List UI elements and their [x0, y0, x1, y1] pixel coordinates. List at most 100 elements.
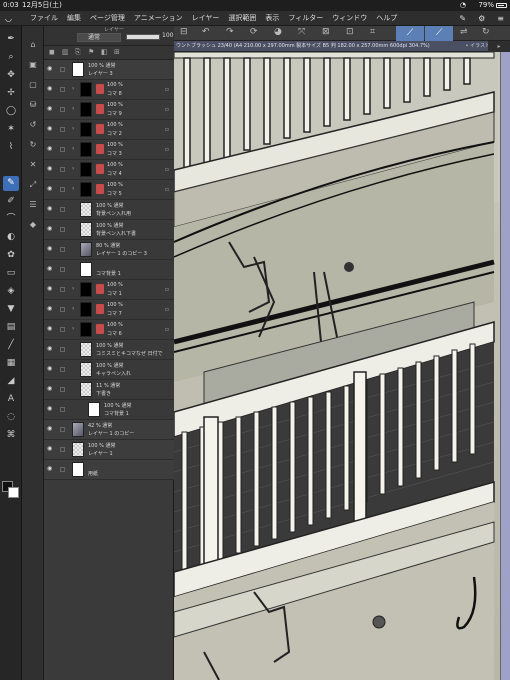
mask-icon[interactable]: ◧ [101, 48, 108, 56]
menu-layer[interactable]: レイヤー [192, 11, 220, 26]
brush-icon[interactable]: ⌒ [3, 212, 19, 227]
layer-options-icon[interactable]: ▫ [165, 306, 169, 313]
chevron-right-icon[interactable]: › [72, 145, 74, 152]
undo-panel-icon[interactable]: ↺ [26, 118, 40, 131]
eye-icon[interactable]: ◉ [47, 86, 55, 92]
right-panel-toggle[interactable]: ▸ [488, 41, 510, 52]
app-logo-icon[interactable]: ◡ [5, 14, 15, 23]
layer-row[interactable]: ◉ 100 % 通常 キャラペン入れ [44, 360, 174, 380]
layer-check-box[interactable] [60, 167, 65, 172]
wand-icon[interactable]: ✶ [3, 122, 19, 137]
eye-icon[interactable]: ◉ [47, 366, 55, 372]
opacity-value[interactable]: 100 [162, 32, 173, 39]
eye-icon[interactable]: ◉ [47, 426, 55, 432]
frame-icon[interactable]: ▦ [3, 356, 19, 371]
eye-icon[interactable]: ◉ [47, 306, 55, 312]
redo-icon[interactable]: ↷ [226, 27, 234, 37]
lock-transparent-icon[interactable]: ▥ [62, 48, 69, 56]
open-icon[interactable]: ▢ [26, 78, 40, 91]
crop-icon[interactable]: ⌗ [370, 27, 375, 37]
ruler-icon[interactable]: ◢ [3, 374, 19, 389]
menu-more-icon[interactable]: ≡ [497, 11, 504, 26]
reference-icon[interactable]: ⚑ [88, 48, 94, 56]
transform-icon[interactable]: ⤢ [26, 178, 40, 191]
layer-check-box[interactable] [60, 127, 65, 132]
clear-icon[interactable]: ✕ [26, 158, 40, 171]
layer-check-box[interactable] [60, 147, 65, 152]
magnify-icon[interactable]: ⌕ [3, 50, 19, 65]
home-icon[interactable]: ⌂ [26, 38, 40, 51]
move-layer-icon[interactable]: ✢ [3, 86, 19, 101]
select-spin-icon[interactable]: ⟳ [250, 27, 258, 37]
undo-icon[interactable]: ↶ [202, 27, 210, 37]
layer-check-box[interactable] [60, 287, 65, 292]
figure-icon[interactable]: ╱ [3, 338, 19, 353]
layer-row[interactable]: ◉ 100 % 通常 背景ペン入れ用 [44, 200, 174, 220]
layer-row[interactable]: ◉ 80 % 通常 レイヤー 1 のコピー 3 [44, 240, 174, 260]
layer-row[interactable]: ◉ 100 % 通常 背景ペン入れ下書 [44, 220, 174, 240]
new-icon[interactable]: ▣ [26, 58, 40, 71]
menu-file[interactable]: ファイル [30, 11, 58, 26]
eye-icon[interactable]: ◉ [47, 126, 55, 132]
chevron-right-icon[interactable]: › [72, 185, 74, 192]
layer-row[interactable]: ◉ › 100 % コマ 6 ▫ [44, 320, 174, 340]
eye-icon[interactable]: ◉ [47, 406, 55, 412]
flip-icon[interactable]: ⇌ [460, 27, 468, 37]
redo-panel-icon[interactable]: ↻ [26, 138, 40, 151]
menu-animation[interactable]: アニメーション [134, 11, 183, 26]
eye-icon[interactable]: ◉ [47, 206, 55, 212]
eye-icon[interactable]: ◉ [47, 286, 55, 292]
layer-row[interactable]: ◉ 11 % 通常 下書き [44, 380, 174, 400]
layer-row[interactable]: ◉ › 100 % コマ 9 ▫ [44, 100, 174, 120]
eye-icon[interactable]: ◉ [47, 446, 55, 452]
palette-color-icon[interactable]: ◼ [49, 48, 55, 56]
pen-active-icon[interactable]: ✎ [3, 176, 19, 191]
layer-check-box[interactable] [60, 407, 65, 412]
chevron-right-icon[interactable]: › [72, 165, 74, 172]
balloon-icon[interactable]: ◌ [3, 410, 19, 425]
layer-row[interactable]: ◉ › 100 % コマ 5 ▫ [44, 180, 174, 200]
blend-icon[interactable]: ◈ [3, 284, 19, 299]
layer-row[interactable]: ◉ › 100 % コマ 7 ▫ [44, 300, 174, 320]
layer-row[interactable]: ◉ 100 % 通常 レイヤー 1 [44, 440, 174, 460]
eye-icon[interactable]: ◉ [47, 326, 55, 332]
layer-check-box[interactable] [60, 207, 65, 212]
special-ruler-snap-toggle[interactable]: ⟋ [425, 26, 453, 41]
layer-check-box[interactable] [60, 307, 65, 312]
clip-icon[interactable]: ⎘ [75, 48, 81, 57]
layer-check-box[interactable] [60, 367, 65, 372]
layer-options-icon[interactable]: ▫ [165, 126, 169, 133]
chevron-right-icon[interactable]: › [72, 285, 74, 292]
text-icon[interactable]: A [3, 392, 19, 407]
layer-row[interactable]: ◉ 100 % 通常 レイヤー 3 [44, 60, 174, 80]
deselect-icon[interactable]: ⊠ [322, 27, 330, 37]
eye-icon[interactable]: ◉ [47, 106, 55, 112]
document-tab-2[interactable]: • イラスト [466, 41, 490, 51]
document-tab[interactable]: ウントブラッシュ 23/40 (A4 210.00 x 297.00mm 製本サ… [174, 41, 510, 52]
layer-check-box[interactable] [60, 427, 65, 432]
background-color[interactable] [8, 487, 19, 498]
eye-icon[interactable]: ◉ [47, 246, 55, 252]
eye-icon[interactable]: ◉ [47, 186, 55, 192]
eye-icon[interactable]: ◉ [47, 166, 55, 172]
correction-icon[interactable]: ⌘ [3, 428, 19, 443]
layer-row[interactable]: ◉ 100 % 通常 コマ背景 1 [44, 400, 174, 420]
layer-row[interactable]: ◉ › 100 % コマ 1 ▫ [44, 280, 174, 300]
invert-selection-icon[interactable]: ⊡ [346, 27, 354, 37]
layer-check-box[interactable] [60, 327, 65, 332]
ruler-snap-toggle[interactable]: ⟋ [396, 26, 424, 41]
layer-row[interactable]: ◉ › 100 % コマ 3 ▫ [44, 140, 174, 160]
menu-window[interactable]: ウィンドウ [332, 11, 367, 26]
opacity-slider[interactable] [126, 34, 160, 40]
layer-row[interactable]: ◉ › 100 % コマ 8 ▫ [44, 80, 174, 100]
layer-check-box[interactable] [60, 387, 65, 392]
pen-icon[interactable]: ✒ [3, 32, 19, 47]
layer-row[interactable]: ◉ 100 % 通常 コミスミとキコマなぜ 日付で [44, 340, 174, 360]
layer-check-box[interactable] [60, 447, 65, 452]
layer-check-box[interactable] [60, 187, 65, 192]
chevron-right-icon[interactable]: › [72, 125, 74, 132]
gradient-icon[interactable]: ▤ [3, 320, 19, 335]
save-icon[interactable]: ⛁ [26, 98, 40, 111]
layer-check-box[interactable] [60, 227, 65, 232]
eye-icon[interactable]: ◉ [47, 386, 55, 392]
